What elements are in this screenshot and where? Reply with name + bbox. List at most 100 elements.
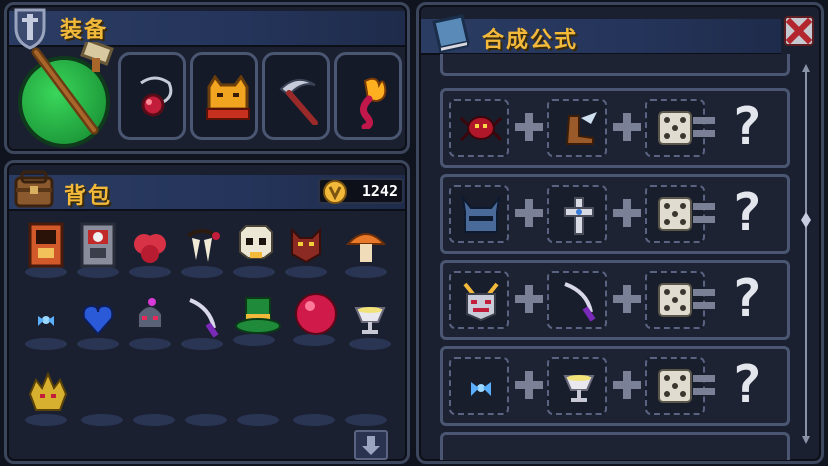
orange-mushroom-icon bbox=[346, 233, 386, 262]
bag-item[interactable] bbox=[230, 290, 281, 346]
fairy-icon bbox=[471, 382, 491, 396]
bag-item[interactable] bbox=[74, 222, 122, 278]
cross-icon bbox=[564, 197, 594, 235]
plus-sign bbox=[613, 113, 641, 141]
equip-slot-sickle[interactable] bbox=[262, 52, 330, 140]
dice-icon bbox=[658, 283, 692, 317]
ingredient-slot[interactable] bbox=[547, 271, 607, 329]
bag-item[interactable] bbox=[22, 294, 70, 350]
equals-sign bbox=[693, 373, 715, 397]
recipe-card[interactable]: ? bbox=[440, 260, 790, 340]
oni-mask-icon bbox=[463, 282, 499, 322]
dice-icon bbox=[658, 197, 692, 231]
equipment-title: 装备 bbox=[60, 18, 109, 43]
empty-slot[interactable] bbox=[234, 370, 282, 426]
plus-sign bbox=[515, 199, 543, 227]
ingredient-slot[interactable] bbox=[449, 271, 509, 329]
fairy-icon bbox=[38, 316, 54, 326]
plus-sign bbox=[515, 371, 543, 399]
wooden-staff-hammer-icon[interactable] bbox=[22, 42, 122, 142]
bag-item[interactable] bbox=[282, 222, 330, 278]
fang-claw-icon bbox=[186, 229, 220, 262]
ingredient-slot[interactable] bbox=[449, 185, 509, 243]
bag-item[interactable] bbox=[178, 294, 226, 350]
empty-slot[interactable] bbox=[182, 370, 230, 426]
skull-icon bbox=[239, 225, 273, 259]
dice-icon bbox=[658, 111, 692, 145]
bag-item[interactable] bbox=[22, 222, 70, 278]
recipe-card[interactable]: ? bbox=[440, 88, 790, 168]
ingredient-slot[interactable] bbox=[449, 357, 509, 415]
plus-sign bbox=[613, 371, 641, 399]
golden-cat-icon bbox=[206, 75, 250, 120]
red-spider-icon bbox=[459, 116, 503, 142]
fire-worm-icon bbox=[360, 77, 387, 129]
ingredient-slot[interactable] bbox=[547, 357, 607, 415]
red-pendant-icon bbox=[140, 76, 173, 117]
recipes-title: 合成公式 bbox=[482, 28, 579, 53]
arrow-down-icon bbox=[362, 436, 380, 455]
plus-sign bbox=[515, 113, 543, 141]
ingredient-slot[interactable] bbox=[449, 99, 509, 157]
ingredient-slot[interactable] bbox=[547, 185, 607, 243]
equip-slot-lucky-cat[interactable] bbox=[190, 52, 258, 140]
scythe-icon bbox=[279, 78, 318, 125]
equals-sign bbox=[693, 115, 715, 139]
ingredient-slot[interactable] bbox=[547, 99, 607, 157]
recipe-card[interactable]: ? bbox=[440, 346, 790, 426]
coin-counter: 1242 bbox=[318, 178, 404, 204]
bag-item[interactable] bbox=[178, 222, 226, 278]
plus-sign bbox=[613, 199, 641, 227]
recipe-book-icon bbox=[432, 14, 470, 54]
bag-item[interactable] bbox=[74, 294, 122, 350]
bag-item[interactable] bbox=[342, 222, 390, 278]
empty-slot[interactable] bbox=[290, 370, 338, 426]
gold-coin-icon bbox=[323, 180, 347, 204]
blue-heart-icon bbox=[82, 304, 114, 336]
empty-slot[interactable] bbox=[78, 370, 126, 426]
winged-boot-icon bbox=[565, 112, 597, 145]
bag-item[interactable] bbox=[346, 294, 394, 350]
purple-dagger-icon bbox=[189, 298, 219, 338]
empty-slot[interactable] bbox=[342, 370, 390, 426]
backpack-title: 背包 bbox=[64, 184, 113, 209]
recipe-card[interactable]: ? bbox=[440, 174, 790, 254]
bag-item[interactable] bbox=[126, 222, 174, 278]
red-mushroom-cap-icon bbox=[134, 234, 166, 263]
empty-slot[interactable] bbox=[130, 370, 178, 426]
bag-item[interactable] bbox=[22, 370, 70, 426]
red-orb-icon bbox=[295, 293, 337, 335]
bag-item[interactable] bbox=[126, 294, 174, 350]
arcade-machine-skull-icon bbox=[80, 222, 116, 268]
purple-dagger-icon bbox=[564, 282, 596, 322]
horned-knight-helmet-icon bbox=[461, 194, 501, 233]
recipes-header bbox=[421, 19, 781, 55]
wolf-head-icon bbox=[291, 227, 321, 264]
scroll-down-button[interactable] bbox=[354, 430, 388, 460]
white-chalice-icon bbox=[354, 307, 386, 334]
coin-amount: 1242 bbox=[361, 182, 398, 200]
result-unknown: ? bbox=[731, 269, 763, 329]
equals-sign bbox=[693, 201, 715, 225]
bag-item[interactable] bbox=[290, 290, 338, 346]
result-unknown: ? bbox=[731, 355, 763, 415]
arcade-machine-orange-icon bbox=[28, 222, 64, 268]
close-icon bbox=[786, 18, 812, 44]
plus-sign bbox=[613, 285, 641, 313]
equals-sign bbox=[693, 287, 715, 311]
helmet-spider-icon bbox=[137, 298, 163, 329]
equip-slot-flame[interactable] bbox=[334, 52, 402, 140]
recipe-card-partial bbox=[440, 432, 790, 460]
result-unknown: ? bbox=[731, 97, 763, 157]
equip-slot-amulet[interactable] bbox=[118, 52, 186, 140]
recipe-card-partial bbox=[440, 54, 790, 76]
white-chalice-icon bbox=[563, 375, 595, 402]
recipe-scrollbar[interactable] bbox=[801, 64, 811, 444]
plus-sign bbox=[515, 285, 543, 313]
close-button[interactable] bbox=[784, 16, 814, 46]
bag-item[interactable] bbox=[230, 222, 278, 278]
golden-spiky-head-icon bbox=[28, 371, 68, 411]
scroll-thumb bbox=[801, 212, 811, 228]
result-unknown: ? bbox=[731, 183, 763, 243]
backpack-icon bbox=[14, 170, 54, 208]
